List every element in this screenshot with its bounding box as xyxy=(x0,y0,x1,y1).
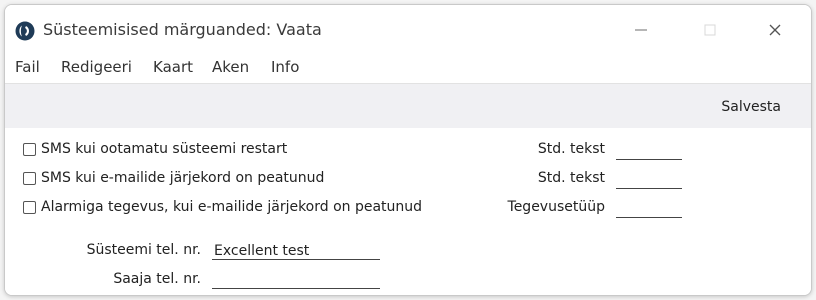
window-title: Süsteemisised märguanded: Vaata xyxy=(43,20,322,39)
app-window: Süsteemisised märguanded: Vaata Fail Red… xyxy=(4,4,812,296)
toolbar: Salvesta xyxy=(5,83,811,129)
system-phone-label: Süsteemi tel. nr. xyxy=(86,242,201,258)
settings-form: SMS kui ootamatu süsteemi restart Std. t… xyxy=(5,128,811,295)
restart-std-text-label: Std. tekst xyxy=(537,141,605,157)
close-icon xyxy=(769,24,781,36)
restart-std-text-field[interactable] xyxy=(616,142,682,160)
restart-sms-label: SMS kui ootamatu süsteemi restart xyxy=(41,141,288,157)
title-bar[interactable]: Süsteemisised märguanded: Vaata xyxy=(5,5,811,53)
menu-kaart[interactable]: Kaart xyxy=(153,58,193,76)
email-queue-sms-checkbox[interactable] xyxy=(23,171,36,185)
email-queue-std-text-label: Std. tekst xyxy=(537,170,605,186)
activity-type-label: Tegevusetüüp xyxy=(507,199,605,215)
minimize-icon xyxy=(635,29,647,31)
maximize-icon xyxy=(704,24,716,36)
activity-type-field[interactable] xyxy=(616,200,682,218)
alarm-activity-label: Alarmiga tegevus, kui e-mailide järjekor… xyxy=(41,199,423,215)
maximize-button[interactable] xyxy=(696,17,724,43)
recipient-phone-field[interactable] xyxy=(212,271,380,289)
email-queue-sms-label: SMS kui e-mailide järjekord on peatunud xyxy=(41,170,325,186)
option-row-email-queue-sms: SMS kui e-mailide järjekord on peatunud xyxy=(23,168,324,188)
alarm-activity-checkbox[interactable] xyxy=(23,200,36,214)
app-logo-icon xyxy=(15,21,35,41)
option-row-restart-sms: SMS kui ootamatu süsteemi restart xyxy=(23,139,287,159)
system-phone-field[interactable]: Excellent test xyxy=(212,242,380,260)
recipient-phone-label: Saaja tel. nr. xyxy=(113,271,201,287)
menu-fail[interactable]: Fail xyxy=(15,58,40,76)
restart-sms-checkbox[interactable] xyxy=(23,142,36,156)
option-row-alarm-activity: Alarmiga tegevus, kui e-mailide järjekor… xyxy=(23,197,422,217)
close-button[interactable] xyxy=(761,17,789,43)
menu-bar: Fail Redigeeri Kaart Aken Info xyxy=(5,53,811,83)
menu-redigeeri[interactable]: Redigeeri xyxy=(61,58,132,76)
email-queue-std-text-field[interactable] xyxy=(616,171,682,189)
minimize-button[interactable] xyxy=(627,17,655,43)
menu-aken[interactable]: Aken xyxy=(212,58,249,76)
save-button[interactable]: Salvesta xyxy=(721,99,781,115)
menu-info[interactable]: Info xyxy=(271,58,299,76)
